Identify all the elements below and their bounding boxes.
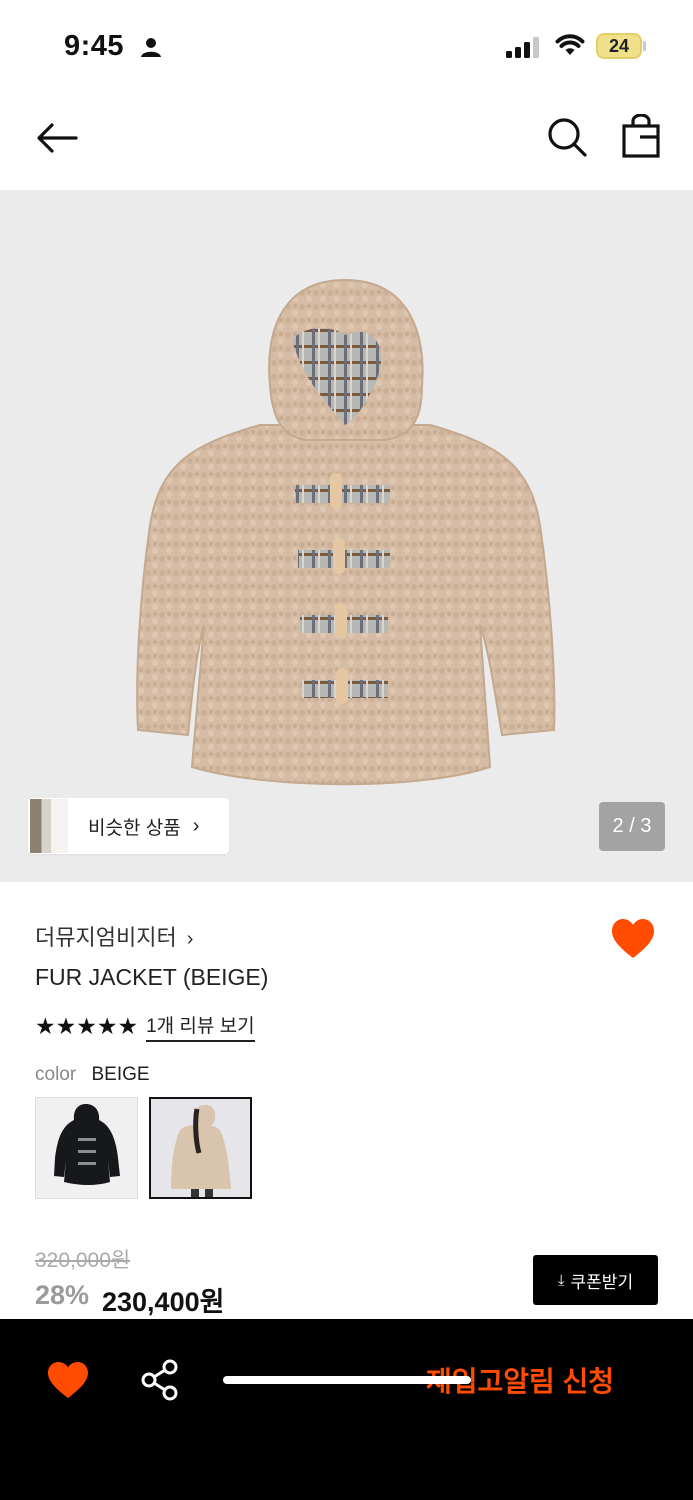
color-label: color [35, 1064, 77, 1085]
color-value: BEIGE [91, 1064, 150, 1085]
person-icon [141, 38, 161, 57]
similar-products-button[interactable]: 비슷한 상품 › [28, 798, 229, 854]
brand-link[interactable]: 더뮤지엄비지터 › [35, 920, 193, 952]
top-nav [0, 92, 693, 190]
rating-row: ★★★★★ 1개 리뷰 보기 [35, 1011, 255, 1042]
share-icon[interactable] [140, 1359, 180, 1401]
black-jacket-thumbnail [54, 1104, 120, 1185]
rating-stars: ★★★★★ [35, 1013, 139, 1039]
color-swatch-beige[interactable] [149, 1097, 252, 1199]
status-bar: 9:45 24 [0, 0, 693, 92]
product-name: FUR JACKET (BEIGE) [35, 964, 269, 990]
download-icon: ⤓ [557, 1271, 565, 1289]
image-page-indicator: 2 / 3 [599, 802, 665, 851]
color-row: color BEIGE [35, 1064, 150, 1086]
original-price: 320,000원 [35, 1249, 131, 1272]
bottom-action-bar: 재입고알림 신청 [0, 1319, 693, 1500]
battery-icon: 24 [596, 33, 642, 59]
heart-icon[interactable] [47, 1361, 89, 1399]
product-image[interactable]: 비슷한 상품 › 2 / 3 [0, 190, 693, 882]
sale-price: 230,400원 [102, 1287, 225, 1317]
search-icon[interactable] [546, 116, 588, 158]
coupon-label: 쿠폰받기 [570, 1272, 634, 1292]
similar-products-label: 비슷한 상품 [88, 817, 181, 839]
chevron-right-icon: › [186, 928, 194, 950]
chevron-right-icon: › [192, 814, 200, 837]
shopping-bag-icon[interactable] [620, 114, 662, 158]
back-arrow-icon[interactable] [34, 120, 80, 156]
brand-name: 더뮤지엄비지터 [35, 925, 177, 950]
coupon-button[interactable]: ⤓ 쿠폰받기 [533, 1255, 658, 1305]
home-indicator [223, 1376, 471, 1384]
battery-level: 24 [608, 35, 630, 56]
similar-product-thumbnail [30, 799, 68, 853]
battery-cap [643, 41, 646, 51]
status-time: 9:45 [64, 30, 125, 62]
discount-rate: 28% [35, 1280, 90, 1310]
review-link[interactable]: 1개 리뷰 보기 [146, 1011, 255, 1042]
beige-model-thumbnail [151, 1099, 250, 1197]
wifi-icon [555, 34, 585, 55]
cellular-signal-icon [506, 37, 539, 58]
color-swatch-black[interactable] [35, 1097, 138, 1199]
heart-icon[interactable] [610, 918, 656, 960]
jacket-photo [136, 278, 556, 786]
